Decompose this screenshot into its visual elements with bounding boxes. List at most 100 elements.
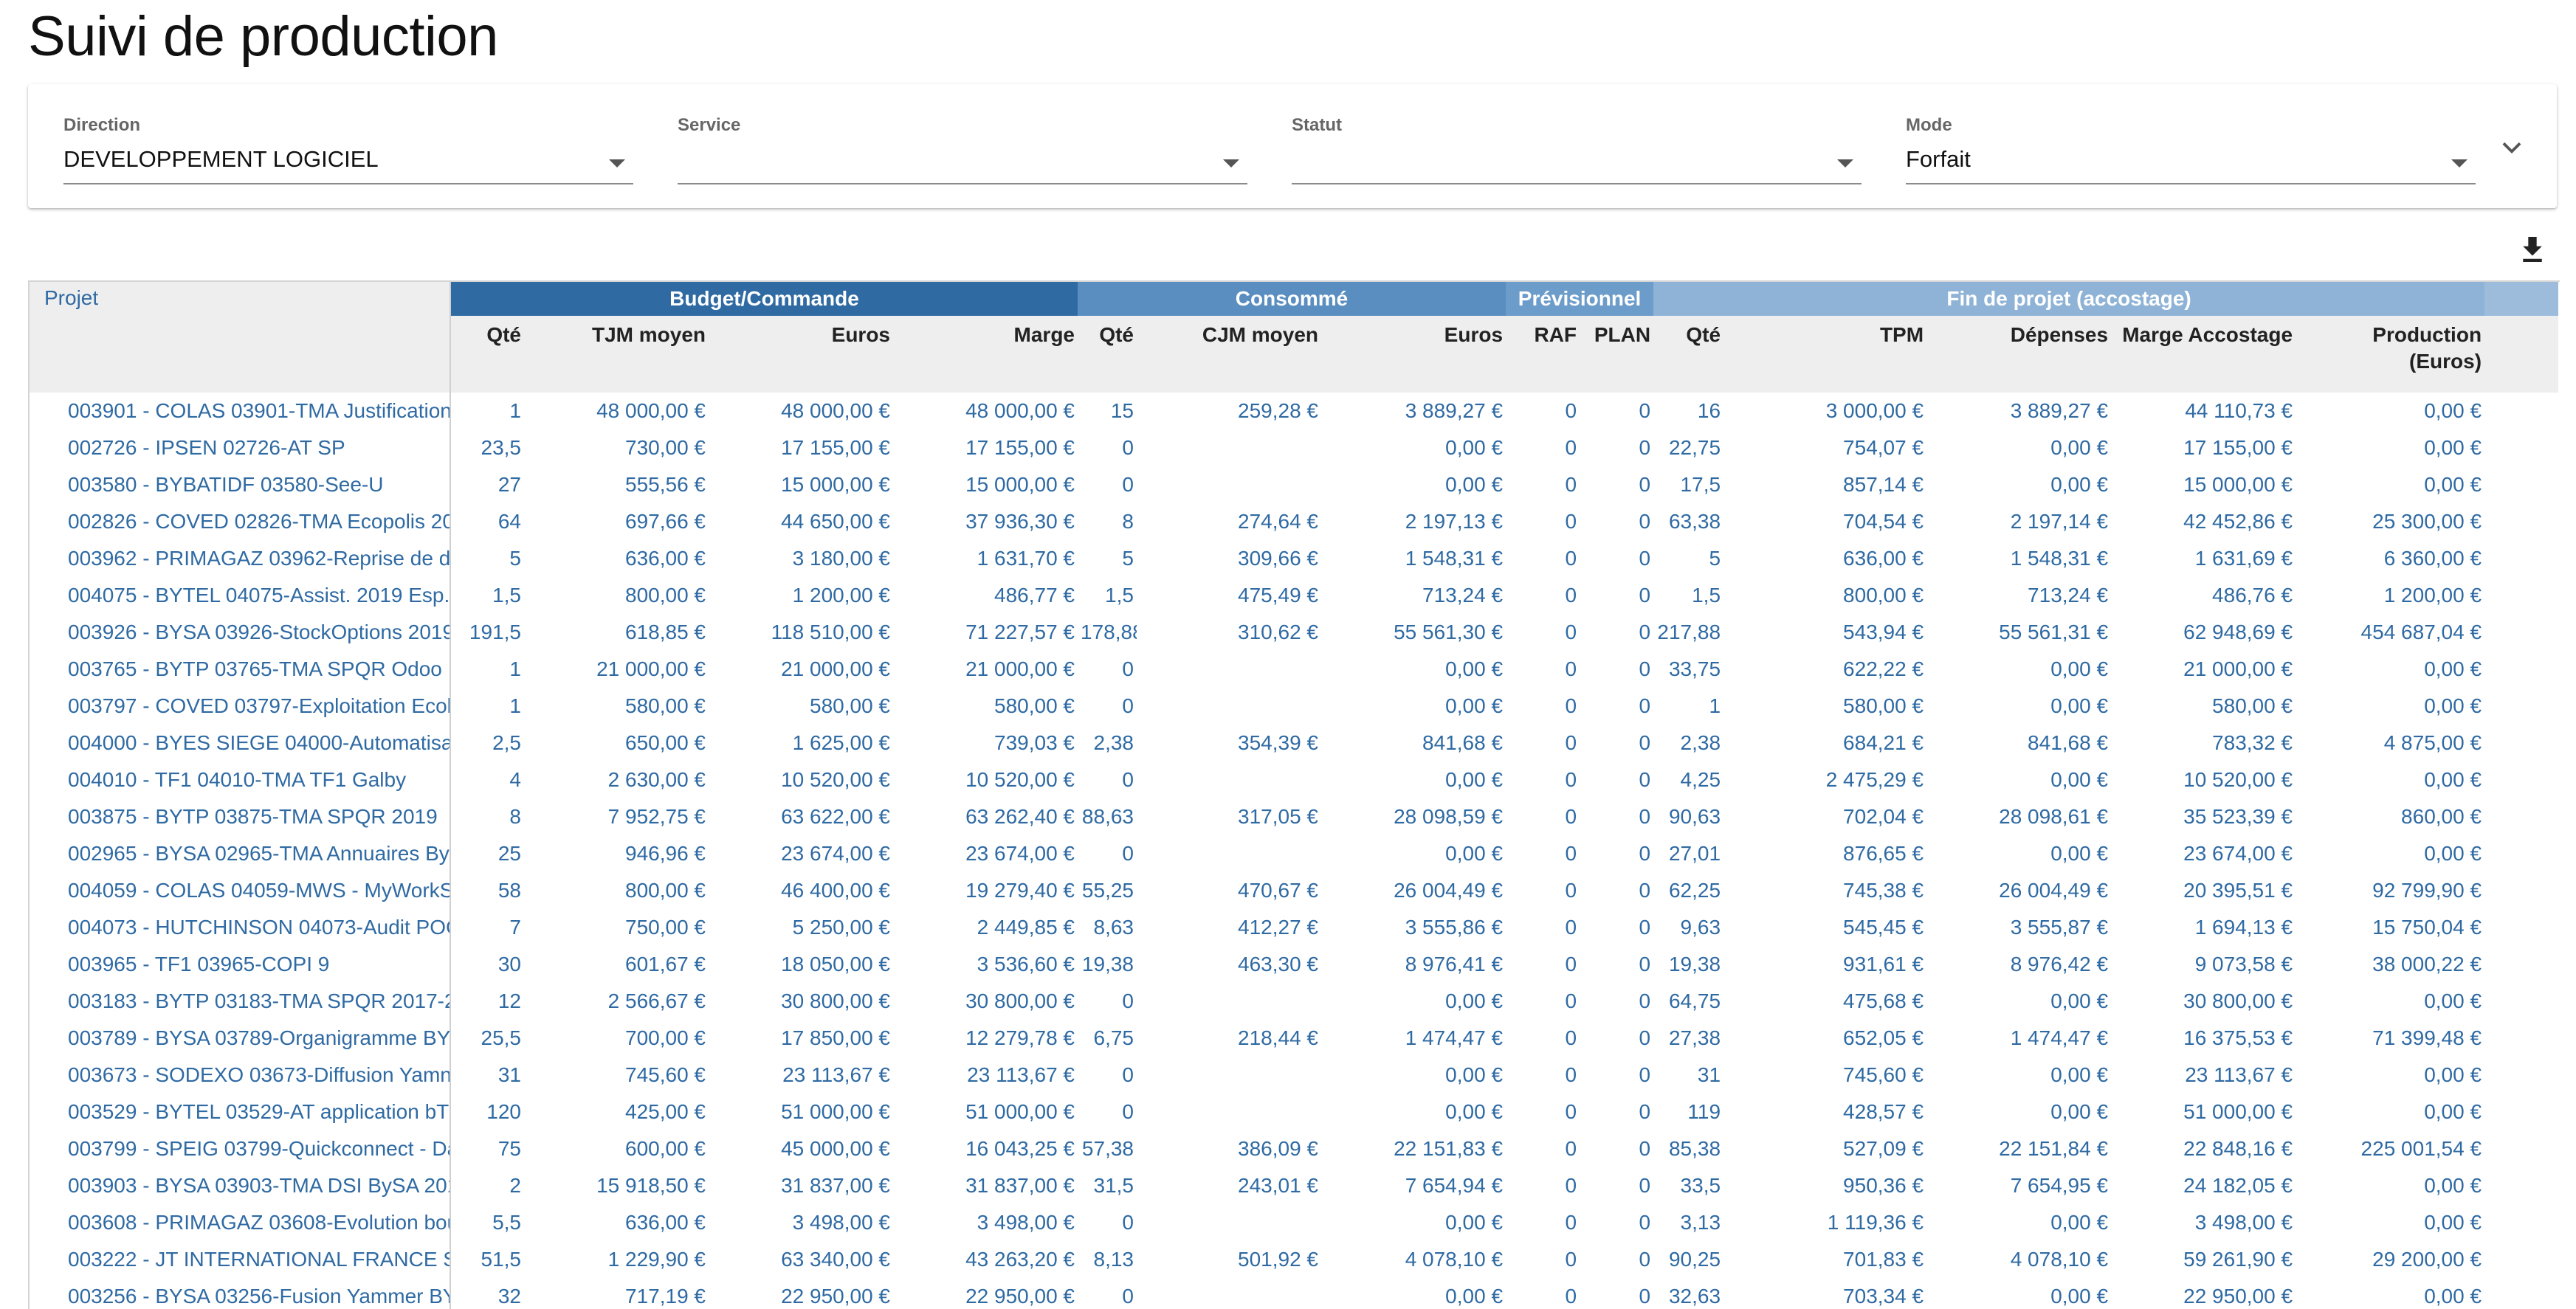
projet-column-header[interactable]: Projet [30,282,451,393]
table-cell: 21 000,00 € [2183,657,2293,680]
table-row[interactable]: 003765 - BYTP 03765-TMA SPQR Odoo 1 21 000… [30,651,2558,688]
project-name-link[interactable]: 003222 - JT INTERNATIONAL FRANCE S [30,1241,451,1278]
table-cell-spacer [2484,1167,2558,1204]
table-cell: 0 [1639,805,1651,828]
column-header[interactable]: Marge [893,316,1078,393]
project-name-link[interactable]: 003965 - TF1 03965-COPI 9 [30,946,451,983]
table-cell: 4 078,10 € [1405,1248,1504,1271]
column-header[interactable]: CJM moyen [1137,316,1321,393]
table-row[interactable]: 003529 - BYTEL 03529-AT application bT 12… [30,1094,2558,1130]
table-row[interactable]: 004073 - HUTCHINSON 04073-Audit POC 7 750,… [30,909,2558,946]
column-header[interactable]: Qté [1078,316,1137,393]
table-row[interactable]: 003608 - PRIMAGAZ 03608-Evolution bou 5,5… [30,1204,2558,1241]
table-cell: 48 000,00 € [965,399,1075,422]
table-row[interactable]: 003799 - SPEIG 03799-Quickconnect - Da 75… [30,1130,2558,1167]
table-cell: 841,68 € [1422,731,1504,754]
project-name-link[interactable]: 004075 - BYTEL 04075-Assist. 2019 Esp. [30,577,451,614]
table-row[interactable]: 003797 - COVED 03797-Exploitation Ecol 1 5… [30,688,2558,725]
column-header[interactable]: RAF [1506,316,1580,393]
project-name-link[interactable]: 003901 - COLAS 03901-TMA Justification [30,393,451,429]
table-row[interactable]: 002826 - COVED 02826-TMA Ecopolis 20 64 69… [30,503,2558,540]
table-row[interactable]: 003903 - BYSA 03903-TMA DSI BySA 201 2 15 … [30,1167,2558,1204]
table-row[interactable]: 003183 - BYTP 03183-TMA SPQR 2017-2 12 2 5… [30,983,2558,1020]
table-row[interactable]: 003926 - BYSA 03926-StockOptions 2019 191… [30,614,2558,651]
table-cell: 745,60 € [1843,1063,1924,1086]
project-name-link[interactable]: 003789 - BYSA 03789-Organigramme BY [30,1020,451,1057]
column-header[interactable]: TJM moyen [524,316,709,393]
table-cell: 0 [1122,1063,1134,1086]
project-name-link[interactable]: 003903 - BYSA 03903-TMA DSI BySA 201 [30,1167,451,1204]
project-name-link[interactable]: 003256 - BYSA 03256-Fusion Yammer BY [30,1278,451,1309]
table-cell-spacer [2484,393,2558,429]
mode-select[interactable]: Mode Forfait [1870,100,2505,184]
statut-select[interactable]: Statut [1256,100,1891,184]
project-name-link[interactable]: 003183 - BYTP 03183-TMA SPQR 2017-2 [30,983,451,1020]
project-name-link[interactable]: 003799 - SPEIG 03799-Quickconnect - Da [30,1130,451,1167]
project-name-link[interactable]: 004010 - TF1 04010-TMA TF1 Galby [30,761,451,798]
table-cell: 0 [1565,547,1577,570]
table-row[interactable]: 004000 - BYES SIEGE 04000-Automatisa 2,5 6… [30,725,2558,761]
column-header[interactable]: Qté [1653,316,1724,393]
table-cell: 7 952,75 € [607,805,706,828]
direction-select[interactable]: Direction DEVELOPPEMENT LOGICIEL [28,100,663,184]
project-name-link[interactable]: 003797 - COVED 03797-Exploitation Ecol [30,688,451,725]
table-row[interactable]: 003901 - COLAS 03901-TMA Justification 1 4… [30,393,2558,429]
table-row[interactable]: 004075 - BYTEL 04075-Assist. 2019 Esp. 1,… [30,577,2558,614]
table-cell: 2,38 [1680,731,1721,754]
table-row[interactable]: 003673 - SODEXO 03673-Diffusion Yamn 31 74… [30,1057,2558,1094]
table-cell: 22 151,84 € [1999,1137,2109,1160]
table-row[interactable]: 002965 - BYSA 02965-TMA Annuaires By 25 94… [30,835,2558,872]
table-cell: 23 113,67 € [782,1063,890,1086]
project-name-link[interactable]: 003765 - BYTP 03765-TMA SPQR Odoo [30,651,451,688]
caret-down-icon[interactable] [1837,159,1853,167]
project-name-link[interactable]: 003673 - SODEXO 03673-Diffusion Yamn [30,1057,451,1094]
table-cell-spacer [2484,429,2558,466]
column-header[interactable]: Qté [450,316,524,393]
table-row[interactable]: 003789 - BYSA 03789-Organigramme BY 25,5 7… [30,1020,2558,1057]
table-row[interactable]: 002726 - IPSEN 02726-AT SP 23,5 730,00 € 17… [30,429,2558,466]
table-cell [1137,1094,1321,1130]
column-header[interactable]: Euros [1321,316,1506,393]
chevron-down-icon[interactable] [2498,133,2526,161]
project-name-link[interactable]: 002965 - BYSA 02965-TMA Annuaires By [30,835,451,872]
project-name-link[interactable]: 003529 - BYTEL 03529-AT application bT [30,1094,451,1130]
column-header[interactable]: Euros [709,316,893,393]
column-header[interactable]: TPM [1723,316,1927,393]
table-row[interactable]: 004010 - TF1 04010-TMA TF1 Galby 4 2 630,0… [30,761,2558,798]
table-row[interactable]: 003256 - BYSA 03256-Fusion Yammer BY 32 71… [30,1278,2558,1309]
filter-underline [1906,183,2476,184]
project-name-link[interactable]: 003580 - BYBATIDF 03580-See-U [30,466,451,503]
column-header[interactable]: Production (Euros) [2296,316,2485,393]
project-name-link[interactable]: 004073 - HUTCHINSON 04073-Audit POC [30,909,451,946]
project-name-link[interactable]: 002726 - IPSEN 02726-AT SP [30,429,451,466]
table-cell: 713,24 € [1422,584,1504,607]
table-cell: 25,5 [481,1026,522,1049]
table-cell: 622,22 € [1843,657,1924,680]
project-name-link[interactable]: 003926 - BYSA 03926-StockOptions 2019 [30,614,451,651]
service-select[interactable]: Service [642,100,1277,184]
caret-down-icon[interactable] [1223,159,1239,167]
table-cell: 1 474,47 € [2010,1026,2109,1049]
download-icon[interactable] [2520,235,2545,264]
table-row[interactable]: 003580 - BYBATIDF 03580-See-U 27 555,56 € 1… [30,466,2558,503]
column-header[interactable]: Marge Accostage [2111,316,2296,393]
project-name-link[interactable]: 004059 - COLAS 04059-MWS - MyWorkS [30,872,451,909]
column-header[interactable]: Dépenses [1926,316,2112,393]
project-name-link[interactable]: 004000 - BYES SIEGE 04000-Automatisa [30,725,451,761]
project-name-link[interactable]: 003962 - PRIMAGAZ 03962-Reprise de d [30,540,451,577]
table-row[interactable]: 003222 - JT INTERNATIONAL FRANCE S 51,5 1 … [30,1241,2558,1278]
table-row[interactable]: 003962 - PRIMAGAZ 03962-Reprise de d 5 636… [30,540,2558,577]
project-name-link[interactable]: 002826 - COVED 02826-TMA Ecopolis 20 [30,503,451,540]
caret-down-icon[interactable] [2451,159,2467,167]
table-row[interactable]: 003965 - TF1 03965-COPI 9 30 601,67 € 18 05… [30,946,2558,983]
table-cell: 0 [1565,510,1577,533]
project-name-link[interactable]: 003875 - BYTP 03875-TMA SPQR 2019 [30,798,451,835]
table-cell: 0,00 € [2424,1063,2482,1086]
table-row[interactable]: 003875 - BYTP 03875-TMA SPQR 2019 8 7 952,… [30,798,2558,835]
table-row[interactable]: 004059 - COLAS 04059-MWS - MyWorkS 58 800,… [30,872,2558,909]
column-header[interactable]: PLAN [1580,316,1654,393]
table-cell-spacer [2484,540,2558,577]
project-name-link[interactable]: 003608 - PRIMAGAZ 03608-Evolution bou [30,1204,451,1241]
caret-down-icon[interactable] [609,159,625,167]
table-cell: 0,00 € [1445,1100,1504,1123]
